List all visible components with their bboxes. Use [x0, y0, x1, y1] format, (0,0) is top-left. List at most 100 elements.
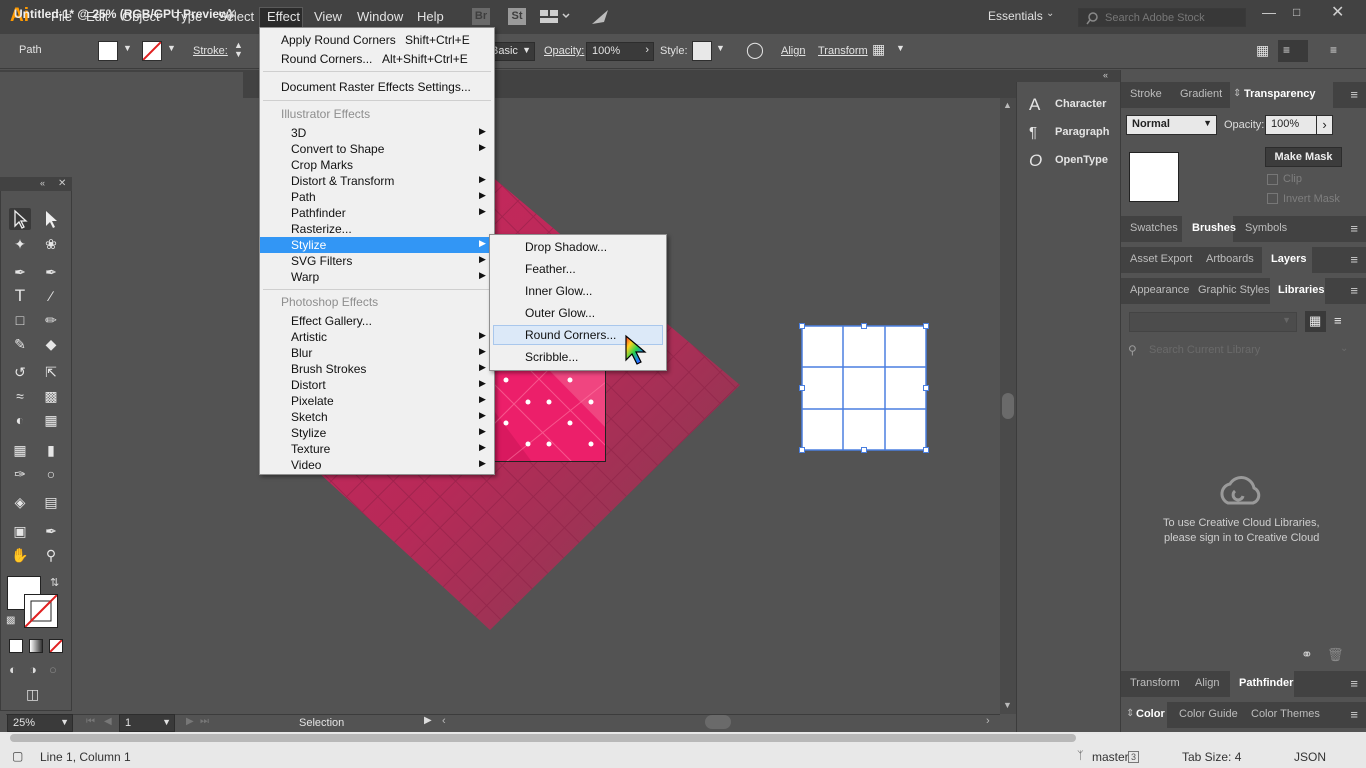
lasso-tool-icon[interactable]: ❀ — [40, 233, 62, 255]
line-tool-icon[interactable]: ∕ — [40, 285, 62, 307]
scroll-up-icon[interactable]: ▲ — [1003, 100, 1012, 110]
transparency-panel-menu-icon[interactable]: ≡ — [1350, 87, 1358, 102]
language-mode[interactable]: JSON — [1294, 750, 1326, 764]
canvas-horizontal-scroll-thumb[interactable] — [705, 715, 731, 729]
document-tab[interactable] — [0, 72, 243, 98]
tab-size[interactable]: Tab Size: 4 — [1182, 750, 1241, 764]
cursor-position[interactable]: Line 1, Column 1 — [40, 750, 131, 764]
artboard-tool-icon[interactable]: ▣ — [9, 520, 31, 542]
mesh-tool-icon[interactable]: ▦ — [9, 439, 31, 461]
previous-artboard-icon[interactable]: ◀ — [104, 716, 112, 727]
menu-item-crop-marks[interactable]: Crop Marks — [260, 157, 494, 173]
close-button[interactable]: ✕ — [1331, 2, 1344, 22]
opacity-input[interactable]: 100% › — [586, 42, 654, 61]
eyedropper-tool-icon[interactable]: ✑ — [9, 463, 31, 485]
layers-panel-menu-icon[interactable]: ≡ — [1350, 252, 1358, 267]
menu-item-svg-filters[interactable]: SVG Filters ▶ — [260, 253, 494, 269]
recolor-artwork-icon[interactable]: ◯ — [746, 40, 764, 60]
paintbrush-tool-icon[interactable]: ✏ — [40, 309, 62, 331]
shaper-tool-icon[interactable]: ✎ — [9, 333, 31, 355]
paragraph-panel-icon[interactable]: ¶ — [1029, 124, 1037, 141]
tab-stroke[interactable]: Stroke — [1130, 88, 1162, 100]
rotate-tool-icon[interactable]: ↺ — [9, 361, 31, 383]
grid-square-artwork[interactable] — [798, 322, 932, 456]
brushes-panel-menu-icon[interactable]: ≡ — [1350, 221, 1358, 236]
opacity-slider-arrow-icon[interactable]: › — [1316, 115, 1333, 135]
align-link[interactable]: Align — [781, 45, 805, 57]
tab-graphic-styles[interactable]: Graphic Styles — [1198, 284, 1270, 296]
scroll-down-icon[interactable]: ▼ — [1003, 700, 1012, 710]
slice-tool-icon[interactable]: ✒ — [40, 520, 62, 542]
tab-brushes[interactable]: Brushes — [1192, 222, 1236, 234]
list-view-icon[interactable]: ≡ — [1334, 313, 1342, 328]
cc-sync-icon[interactable]: ⚭ — [1301, 646, 1313, 663]
first-artboard-icon[interactable]: ⏮ — [86, 716, 95, 727]
tab-artboards[interactable]: Artboards — [1206, 253, 1254, 265]
hand-tool-icon[interactable]: ✋ — [9, 544, 31, 566]
maximize-button[interactable]: □ — [1293, 5, 1300, 19]
minimize-button[interactable]: — — [1262, 4, 1276, 20]
perspective-grid-tool-icon[interactable]: ▦ — [40, 409, 62, 431]
arrange-documents-icon[interactable] — [540, 10, 570, 27]
menu-item-distort[interactable]: Distort ▶ — [260, 377, 494, 393]
canvas-vertical-scroll-thumb[interactable] — [1002, 393, 1014, 419]
document-tab-close-icon[interactable]: ✕ — [226, 6, 237, 22]
selection-tool-icon[interactable] — [9, 208, 31, 230]
magic-wand-tool-icon[interactable]: ✦ — [9, 233, 31, 255]
menu-view[interactable]: View — [314, 9, 342, 24]
submenu-item-feather[interactable]: Feather... — [493, 259, 663, 279]
width-tool-icon[interactable]: ≈ — [9, 385, 31, 407]
menu-help[interactable]: Help — [417, 9, 444, 24]
gradient-tool-icon[interactable]: ▮ — [40, 439, 62, 461]
menu-item-rasterize[interactable]: Rasterize... — [260, 221, 494, 237]
dock-paragraph[interactable]: Paragraph — [1055, 126, 1109, 138]
arrange-panels-icon[interactable]: ▦ — [1256, 42, 1269, 59]
clip-checkbox[interactable] — [1267, 174, 1278, 185]
blend-mode-select[interactable]: Normal ▼ — [1126, 115, 1217, 135]
workspace-switcher[interactable]: Essentials — [988, 9, 1043, 23]
libraries-panel-menu-icon[interactable]: ≡ — [1350, 283, 1358, 298]
expand-dock-icon[interactable]: « — [1103, 70, 1108, 80]
menu-item-sketch[interactable]: Sketch ▶ — [260, 409, 494, 425]
menu-item-effect-gallery[interactable]: Effect Gallery... — [260, 313, 494, 329]
artboard-number-select[interactable]: 1 ▼ — [119, 714, 175, 732]
gpu-performance-icon[interactable] — [590, 8, 610, 29]
dock-character[interactable]: Character — [1055, 98, 1106, 110]
library-search-input[interactable]: Search Current Library — [1149, 344, 1260, 356]
isolate-icon[interactable]: ▦ — [872, 41, 885, 58]
menu-item-texture[interactable]: Texture ▶ — [260, 441, 494, 457]
submenu-item-outer-glow[interactable]: Outer Glow... — [493, 303, 663, 323]
column-graph-tool-icon[interactable]: ▤ — [40, 491, 62, 513]
menu-item-raster-settings[interactable]: Document Raster Effects Settings... — [260, 79, 494, 95]
library-search-dropdown-icon[interactable]: ⌄ — [1340, 343, 1348, 354]
make-mask-button[interactable]: Make Mask — [1265, 147, 1342, 167]
color-panel-menu-icon[interactable]: ≡ — [1350, 707, 1358, 722]
close-tools-icon[interactable]: ✕ — [58, 178, 66, 189]
tab-symbols[interactable]: Symbols — [1245, 222, 1287, 234]
tab-layers[interactable]: Layers — [1271, 253, 1306, 265]
style-preset-select[interactable]: Basic ▼ — [489, 42, 535, 61]
isolate-dropdown-icon[interactable]: ▼ — [896, 43, 905, 53]
control-bar-menu-icon[interactable]: ≡ — [1330, 43, 1337, 57]
window-horizontal-scroll-thumb[interactable] — [10, 734, 1076, 742]
menu-item-round-corners-dialog[interactable]: Round Corners... Alt+Shift+Ctrl+E — [260, 51, 494, 67]
tab-appearance[interactable]: Appearance — [1130, 284, 1189, 296]
blend-tool-icon[interactable]: ○ — [40, 463, 62, 485]
menu-item-stylize-photoshop[interactable]: Stylize ▶ — [260, 425, 494, 441]
graphic-style-dropdown-icon[interactable]: ▼ — [716, 43, 725, 53]
opacity-label[interactable]: Opacity: — [544, 45, 584, 57]
invert-mask-checkbox[interactable] — [1267, 193, 1278, 204]
tab-transform[interactable]: Transform — [1130, 677, 1180, 689]
transform-link[interactable]: Transform — [818, 45, 868, 57]
opentype-panel-icon[interactable]: O — [1029, 151, 1042, 171]
next-artboard-icon[interactable]: ▶ — [186, 716, 194, 727]
stroke-color-swatch[interactable] — [24, 594, 58, 628]
draw-behind-icon[interactable]: ◑ — [29, 662, 37, 677]
screen-mode-icon[interactable]: ◫ — [26, 686, 39, 703]
collapse-tools-icon[interactable]: « — [40, 178, 45, 188]
none-mode-icon[interactable] — [49, 639, 63, 653]
transparency-thumbnail[interactable] — [1129, 152, 1179, 202]
tab-pathfinder[interactable]: Pathfinder — [1239, 677, 1293, 689]
fill-swatch[interactable] — [98, 41, 118, 61]
scroll-left-icon[interactable]: ‹ — [442, 715, 446, 727]
